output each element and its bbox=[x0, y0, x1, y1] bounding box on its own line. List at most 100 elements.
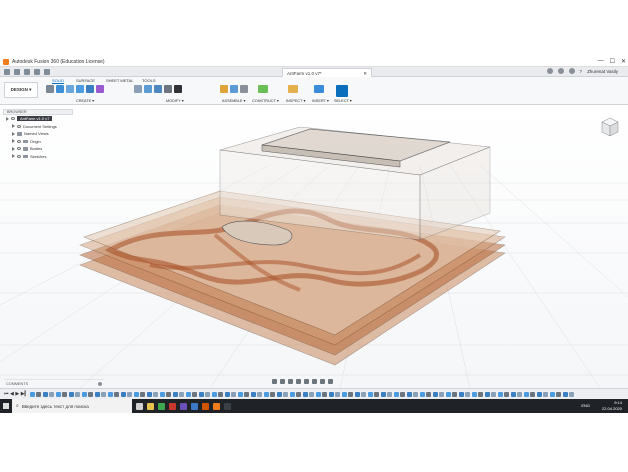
file-icon[interactable] bbox=[14, 68, 20, 75]
pan-icon[interactable] bbox=[288, 378, 293, 384]
new-component-assemble-icon[interactable] bbox=[220, 85, 228, 93]
clock[interactable]: 9:14 22.04.2020 bbox=[602, 400, 622, 411]
timeline-feature-icon[interactable] bbox=[120, 391, 126, 397]
notifications-icon[interactable] bbox=[568, 68, 575, 74]
chrome-icon[interactable] bbox=[158, 402, 165, 410]
modify-menu[interactable]: MODIFY ▾ bbox=[166, 98, 184, 103]
timeline-feature-icon[interactable] bbox=[172, 391, 178, 397]
timeline-feature-icon[interactable] bbox=[374, 391, 380, 397]
timeline-feature-icon[interactable] bbox=[62, 391, 68, 397]
timeline-feature-icon[interactable] bbox=[205, 391, 211, 397]
timeline-feature-icon[interactable] bbox=[458, 391, 464, 397]
timeline-feature-icon[interactable] bbox=[452, 391, 458, 397]
timeline-feature-icon[interactable] bbox=[348, 391, 354, 397]
timeline-feature-icon[interactable] bbox=[484, 391, 490, 397]
file-explorer-icon[interactable] bbox=[147, 402, 154, 410]
timeline-feature-icon[interactable] bbox=[497, 391, 503, 397]
timeline-feature-icon[interactable] bbox=[237, 391, 243, 397]
timeline-feature-icon[interactable] bbox=[341, 391, 347, 397]
timeline-feature-icon[interactable] bbox=[289, 391, 295, 397]
as-built-joint-icon[interactable] bbox=[240, 85, 248, 93]
timeline-feature-icon[interactable] bbox=[29, 391, 35, 397]
timeline-feature-icon[interactable] bbox=[406, 391, 412, 397]
offset-plane-icon[interactable] bbox=[258, 85, 268, 93]
insert-menu[interactable]: INSERT ▾ bbox=[312, 98, 329, 103]
timeline-feature-icon[interactable] bbox=[198, 391, 204, 397]
timeline-feature-icon[interactable] bbox=[192, 391, 198, 397]
timeline-feature-icon[interactable] bbox=[413, 391, 419, 397]
timeline-feature-icon[interactable] bbox=[517, 391, 523, 397]
timeline-feature-icon[interactable] bbox=[263, 391, 269, 397]
select-menu[interactable]: SELECT ▾ bbox=[334, 98, 352, 103]
timeline-feature-icon[interactable] bbox=[114, 391, 120, 397]
timeline-feature-icon[interactable] bbox=[302, 391, 308, 397]
timeline-feature-icon[interactable] bbox=[140, 391, 146, 397]
timeline-feature-icon[interactable] bbox=[68, 391, 74, 397]
document-tab-close-icon[interactable]: ✕ bbox=[363, 71, 367, 76]
timeline-feature-icon[interactable] bbox=[250, 391, 256, 397]
word-icon[interactable] bbox=[191, 402, 198, 410]
browser-item-bodies[interactable]: Bodies bbox=[3, 145, 73, 153]
visibility-icon[interactable] bbox=[17, 139, 21, 143]
timeline-feature-icon[interactable] bbox=[101, 391, 107, 397]
timeline-feature-icon[interactable] bbox=[146, 391, 152, 397]
timeline-feature-icon[interactable] bbox=[393, 391, 399, 397]
grid-menu-icon[interactable] bbox=[4, 68, 10, 75]
timeline-feature-icon[interactable] bbox=[127, 391, 133, 397]
timeline-feature-icon[interactable] bbox=[94, 391, 100, 397]
expand-icon[interactable] bbox=[12, 146, 15, 151]
timeline-feature-icon[interactable] bbox=[400, 391, 406, 397]
zoom-icon[interactable] bbox=[296, 378, 301, 384]
task-view-icon[interactable] bbox=[136, 402, 143, 410]
timeline-feature-icon[interactable] bbox=[361, 391, 367, 397]
3d-viewport[interactable] bbox=[0, 105, 628, 389]
viewports-icon[interactable] bbox=[328, 378, 333, 384]
timeline-feature-icon[interactable] bbox=[354, 391, 360, 397]
timeline-feature-icon[interactable] bbox=[419, 391, 425, 397]
revolve-icon[interactable] bbox=[76, 85, 84, 93]
undo-icon[interactable] bbox=[34, 68, 40, 75]
taskbar-search[interactable]: ⌕ Введите здесь текст для поиска bbox=[12, 399, 132, 413]
expand-icon[interactable] bbox=[12, 139, 15, 144]
inspect-menu[interactable]: INSPECT ▾ bbox=[286, 98, 305, 103]
browser-item-origin[interactable]: Origin bbox=[3, 138, 73, 146]
select-cursor-icon[interactable] bbox=[336, 85, 348, 97]
timeline-feature-icon[interactable] bbox=[380, 391, 386, 397]
save-icon[interactable] bbox=[24, 68, 30, 75]
construct-menu[interactable]: CONSTRUCT ▾ bbox=[252, 98, 279, 103]
timeline-prev-icon[interactable]: ◀ bbox=[10, 391, 14, 397]
insert-image-icon[interactable] bbox=[314, 85, 324, 93]
timeline-feature-icon[interactable] bbox=[562, 391, 568, 397]
timeline-feature-icon[interactable] bbox=[185, 391, 191, 397]
timeline-feature-icon[interactable] bbox=[159, 391, 165, 397]
timeline-feature-icon[interactable] bbox=[439, 391, 445, 397]
orbit-icon[interactable] bbox=[272, 378, 277, 384]
timeline-feature-icon[interactable] bbox=[465, 391, 471, 397]
expand-icon[interactable] bbox=[12, 124, 15, 129]
timeline-feature-icon[interactable] bbox=[523, 391, 529, 397]
new-component-icon[interactable] bbox=[46, 85, 54, 93]
extrude-icon[interactable] bbox=[66, 85, 74, 93]
timeline-feature-icon[interactable] bbox=[387, 391, 393, 397]
timeline-feature-icon[interactable] bbox=[549, 391, 555, 397]
timeline-feature-icon[interactable] bbox=[75, 391, 81, 397]
timeline-feature-icon[interactable] bbox=[296, 391, 302, 397]
expand-icon[interactable] bbox=[12, 131, 15, 136]
timeline-feature-icon[interactable] bbox=[244, 391, 250, 397]
visual-studio-icon[interactable] bbox=[180, 402, 187, 410]
joint-icon[interactable] bbox=[230, 85, 238, 93]
timeline-feature-icon[interactable] bbox=[328, 391, 334, 397]
timeline-feature-icon[interactable] bbox=[510, 391, 516, 397]
timeline-feature-icon[interactable] bbox=[445, 391, 451, 397]
timeline-feature-icon[interactable] bbox=[257, 391, 263, 397]
workspace-switcher[interactable]: DESIGN ▾ bbox=[4, 82, 38, 98]
timeline-feature-icon[interactable] bbox=[569, 391, 575, 397]
timeline-feature-icon[interactable] bbox=[133, 391, 139, 397]
timeline-feature-icon[interactable] bbox=[153, 391, 159, 397]
tab-tools[interactable]: TOOLS bbox=[142, 78, 156, 83]
timeline-feature-icon[interactable] bbox=[283, 391, 289, 397]
document-tab[interactable]: AntFarm v1.0 v7* ✕ bbox=[282, 68, 372, 77]
fit-icon[interactable] bbox=[304, 378, 309, 384]
tab-surface[interactable]: SURFACE bbox=[76, 78, 95, 83]
visibility-icon[interactable] bbox=[17, 147, 21, 151]
